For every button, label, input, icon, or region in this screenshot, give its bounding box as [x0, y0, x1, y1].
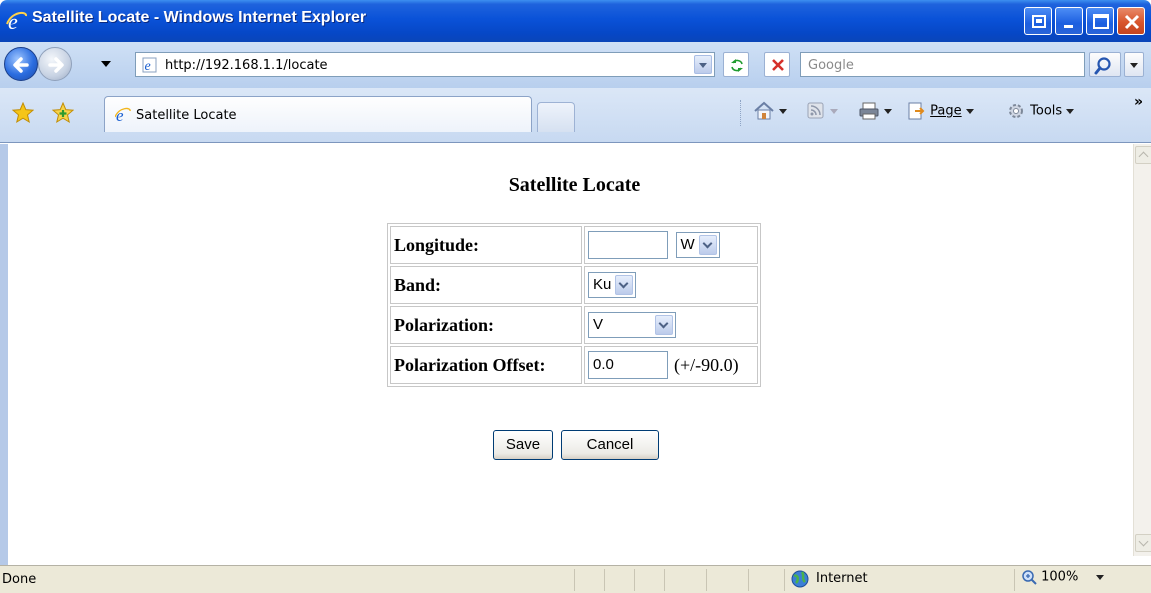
page-content: Satellite Locate Longitude: W Band: Ku P… [16, 144, 1133, 556]
status-cell [748, 569, 784, 591]
status-text: Done [2, 572, 37, 587]
status-cell [604, 569, 634, 591]
cancel-button[interactable]: Cancel [561, 430, 659, 460]
tab-toolbar: e Satellite Locate Page Tools » [0, 88, 1151, 143]
close-button[interactable] [1117, 7, 1145, 35]
recent-pages-dropdown[interactable] [101, 61, 111, 67]
longitude-direction-value: W [680, 236, 695, 253]
scroll-down-button[interactable] [1135, 534, 1151, 552]
home-button[interactable] [753, 101, 787, 123]
band-cell: Ku [584, 266, 758, 304]
longitude-input[interactable] [588, 231, 668, 259]
polarization-cell: V [584, 306, 758, 344]
page-menu-icon [908, 102, 925, 120]
locate-form-table: Longitude: W Band: Ku Polarization: V Po… [387, 223, 761, 387]
polarization-offset-label: Polarization Offset: [390, 346, 582, 384]
page-menu-label: Page [930, 103, 962, 119]
status-cell [574, 569, 604, 591]
address-dropdown[interactable] [694, 55, 712, 74]
minimize-button[interactable] [1055, 7, 1083, 35]
feeds-button[interactable] [806, 101, 838, 123]
search-button[interactable] [1089, 52, 1121, 77]
globe-icon [791, 570, 809, 588]
longitude-cell: W [584, 226, 758, 264]
table-row: Polarization Offset: 0.0 (+/-90.0) [390, 346, 758, 384]
status-cell [634, 569, 664, 591]
toolbar-separator [740, 100, 742, 126]
vertical-scrollbar[interactable] [1133, 144, 1151, 556]
minimize-icon [1064, 25, 1073, 28]
page-menu[interactable]: Page [906, 101, 974, 123]
refresh-button[interactable] [723, 52, 749, 77]
address-toolbar: e http://192.168.1.1/locate Google [0, 42, 1151, 88]
address-url[interactable]: http://192.168.1.1/locate [165, 58, 328, 73]
ie-tab-icon: e [115, 107, 131, 123]
maximize-icon [1093, 14, 1109, 29]
polarization-select[interactable]: V [588, 312, 676, 338]
print-icon [859, 102, 879, 120]
svg-text:e: e [145, 59, 151, 73]
content-frame: Satellite Locate Longitude: W Band: Ku P… [0, 144, 1151, 565]
favorites-star-icon[interactable] [12, 102, 34, 124]
tab-satellite-locate[interactable]: e Satellite Locate [104, 96, 532, 132]
restore-tab-icon [1032, 15, 1046, 28]
polarization-offset-input[interactable]: 0.0 [588, 351, 668, 379]
ie-icon: e [6, 10, 27, 32]
search-options-dropdown[interactable] [1124, 52, 1144, 77]
band-select[interactable]: Ku [588, 272, 637, 298]
polarization-value: V [593, 316, 604, 333]
chevron-down-icon [615, 275, 634, 295]
status-cell [664, 569, 706, 591]
security-zone[interactable]: Internet [790, 569, 868, 589]
longitude-label: Longitude: [390, 226, 582, 264]
table-row: Polarization: V [390, 306, 758, 344]
search-placeholder: Google [808, 58, 854, 73]
print-button[interactable] [858, 101, 892, 123]
band-value: Ku [593, 276, 612, 293]
longitude-direction-select[interactable]: W [675, 232, 720, 258]
window-title: Satellite Locate - Windows Internet Expl… [32, 9, 367, 26]
status-cell [706, 569, 748, 591]
forward-icon [48, 57, 64, 73]
stop-button[interactable] [764, 52, 790, 77]
search-box[interactable]: Google [800, 52, 1085, 77]
back-button[interactable] [4, 47, 38, 81]
window-titlebar[interactable]: e Satellite Locate - Windows Internet Ex… [0, 0, 1151, 42]
chevron-down-icon [655, 315, 673, 335]
add-favorites-icon[interactable] [52, 102, 74, 124]
maximize-button[interactable] [1086, 7, 1114, 35]
scroll-up-button[interactable] [1135, 146, 1151, 164]
feeds-icon [807, 102, 824, 119]
chevron-down-icon [698, 235, 717, 255]
polarization-offset-hint: (+/-90.0) [674, 354, 739, 375]
address-bar[interactable]: e http://192.168.1.1/locate [135, 52, 715, 77]
zoom-level: 100% [1041, 569, 1079, 585]
tools-menu-label: Tools [1030, 103, 1063, 119]
page-title: Satellite Locate [508, 174, 641, 196]
zoom-icon [1022, 570, 1037, 585]
new-tab-button[interactable] [537, 102, 575, 132]
back-icon [13, 57, 29, 73]
tools-menu[interactable]: Tools [1006, 101, 1075, 123]
zoom-control[interactable]: 100% [1021, 569, 1105, 585]
close-icon [1124, 14, 1140, 30]
tab-title: Satellite Locate [136, 108, 237, 123]
status-bar: Done Internet 100% [0, 565, 1151, 593]
search-icon [1094, 57, 1111, 75]
restore-tab-button[interactable] [1024, 7, 1052, 35]
polarization-label: Polarization: [390, 306, 582, 344]
page-icon: e [142, 57, 157, 73]
refresh-icon [731, 59, 743, 72]
table-row: Longitude: W [390, 226, 758, 264]
more-commands-chevron[interactable]: » [1134, 94, 1143, 110]
save-button[interactable]: Save [493, 430, 553, 460]
band-label: Band: [390, 266, 582, 304]
tools-gear-icon [1009, 104, 1023, 118]
home-icon [754, 101, 774, 120]
polarization-offset-cell: 0.0 (+/-90.0) [584, 346, 758, 384]
security-zone-label: Internet [816, 570, 868, 586]
table-row: Band: Ku [390, 266, 758, 304]
stop-icon [772, 59, 784, 71]
forward-button[interactable] [38, 47, 72, 81]
